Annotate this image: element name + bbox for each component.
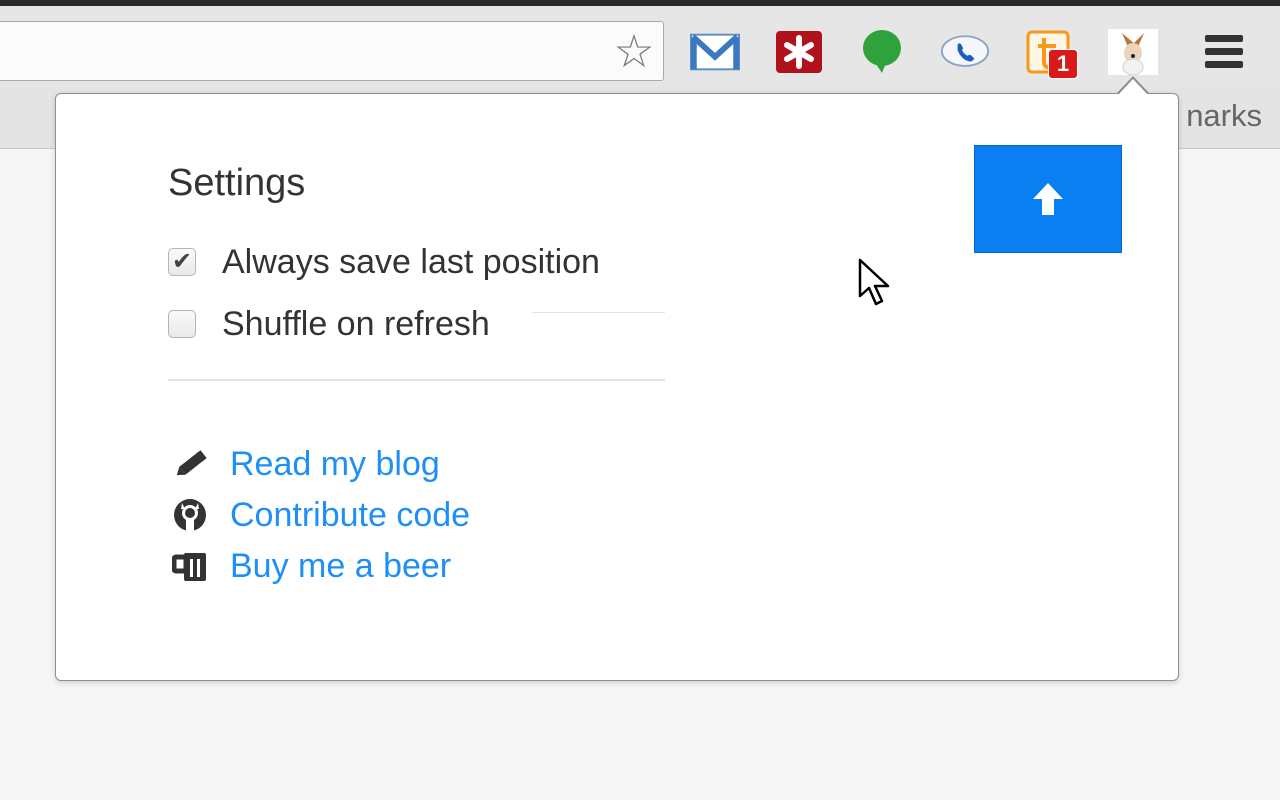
hamburger-menu-icon[interactable] xyxy=(1205,35,1245,71)
github-icon xyxy=(172,495,212,535)
arrow-up-icon xyxy=(1033,183,1063,215)
section-divider xyxy=(168,379,665,381)
notification-badge: 1 xyxy=(1048,49,1078,79)
link-label[interactable]: Contribute code xyxy=(230,496,470,535)
extension-popup: Settings ✔ Always save last position Shu… xyxy=(55,93,1179,681)
settings-heading: Settings xyxy=(168,162,306,204)
scroll-up-button[interactable] xyxy=(974,145,1122,253)
option-label[interactable]: Shuffle on refresh xyxy=(222,305,490,344)
option-always-save-last-position[interactable]: ✔ Always save last position xyxy=(168,240,600,284)
option-divider xyxy=(532,312,665,313)
address-bar[interactable]: ☆ xyxy=(0,21,664,81)
tumblr-icon[interactable]: 1 xyxy=(1024,29,1078,79)
beer-mug-icon xyxy=(172,546,212,586)
link-read-my-blog[interactable]: Read my blog xyxy=(172,442,440,486)
shuffle-checkbox[interactable] xyxy=(168,310,196,338)
gmail-icon[interactable] xyxy=(690,29,740,75)
pencil-icon xyxy=(172,444,212,484)
link-label[interactable]: Buy me a beer xyxy=(230,547,451,586)
popup-pointer-fill xyxy=(1118,79,1148,95)
link-contribute-code[interactable]: Contribute code xyxy=(172,493,470,537)
bookmarks-label[interactable]: narks xyxy=(1186,98,1262,134)
option-label[interactable]: Always save last position xyxy=(222,243,600,282)
always-save-checkbox[interactable]: ✔ xyxy=(168,248,196,276)
link-label[interactable]: Read my blog xyxy=(230,445,440,484)
phone-bubble-icon[interactable] xyxy=(940,29,990,75)
star-icon[interactable]: ☆ xyxy=(611,28,657,74)
mouse-cursor-icon xyxy=(858,258,892,306)
chat-bubble-icon[interactable] xyxy=(857,29,907,75)
lastpass-icon[interactable] xyxy=(774,29,824,75)
link-buy-me-a-beer[interactable]: Buy me a beer xyxy=(172,544,451,588)
dog-extension-icon[interactable] xyxy=(1108,29,1158,75)
browser-toolbar: ☆ 1 xyxy=(0,6,1280,86)
option-shuffle-on-refresh[interactable]: Shuffle on refresh xyxy=(168,302,490,346)
